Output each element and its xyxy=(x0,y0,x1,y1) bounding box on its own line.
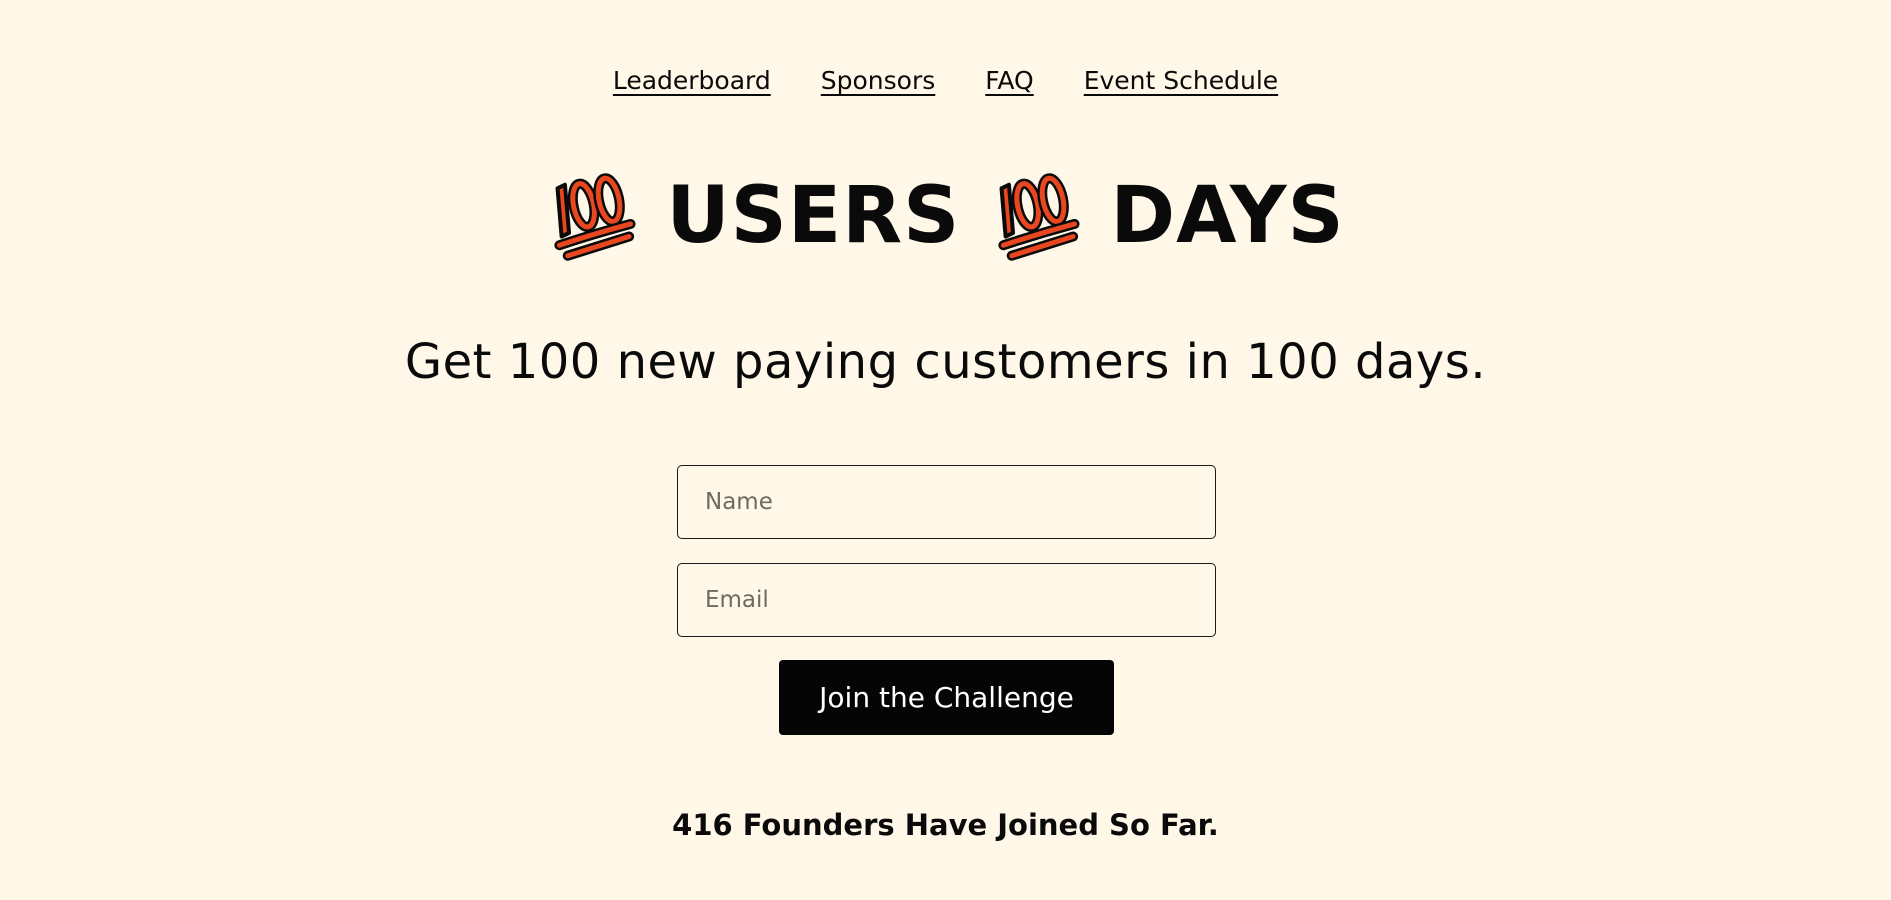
hundred-points-icon xyxy=(990,170,1080,262)
name-input[interactable] xyxy=(677,465,1216,539)
hundred-points-icon xyxy=(546,170,636,262)
nav-link-event-schedule[interactable]: Event Schedule xyxy=(1084,66,1278,95)
founders-joined-count: 416 Founders Have Joined So Far. xyxy=(672,808,1219,842)
page-title: USERS DAYS xyxy=(0,170,1891,262)
page-subtitle: Get 100 new paying customers in 100 days… xyxy=(404,334,1487,390)
title-word-days: DAYS xyxy=(1110,171,1345,261)
nav-link-leaderboard[interactable]: Leaderboard xyxy=(613,66,771,95)
title-word-users: USERS xyxy=(666,171,961,261)
join-challenge-button[interactable]: Join the Challenge xyxy=(779,660,1114,735)
nav-link-sponsors[interactable]: Sponsors xyxy=(821,66,936,95)
top-nav: Leaderboard Sponsors FAQ Event Schedule xyxy=(0,66,1891,95)
nav-link-faq[interactable]: FAQ xyxy=(985,66,1033,95)
email-input[interactable] xyxy=(677,563,1216,637)
